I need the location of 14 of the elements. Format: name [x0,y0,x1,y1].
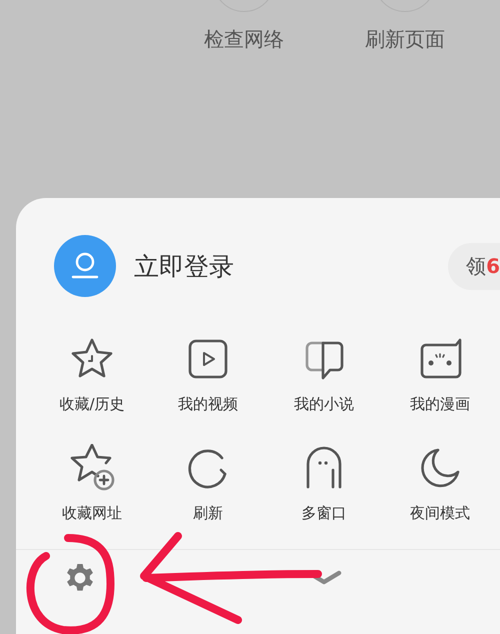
avatar-icon[interactable] [54,235,116,297]
login-link[interactable]: 立即登录 [134,250,234,282]
menu-label: 收藏/历史 [59,395,125,414]
menu-label: 收藏网址 [62,504,122,523]
menu-label: 我的小说 [294,395,354,414]
action-label: 检查网络 [204,26,284,53]
menu-label: 我的漫画 [410,395,470,414]
star-plus-icon[interactable] [68,444,116,492]
action-label: 刷新页面 [365,26,445,53]
menu-label: 夜间模式 [410,504,470,523]
menu-label: 刷新 [193,504,223,523]
menu-label: 多窗口 [302,504,346,523]
menu-label: 我的视频 [178,395,238,414]
promo-pill[interactable]: 领6 [448,242,500,290]
